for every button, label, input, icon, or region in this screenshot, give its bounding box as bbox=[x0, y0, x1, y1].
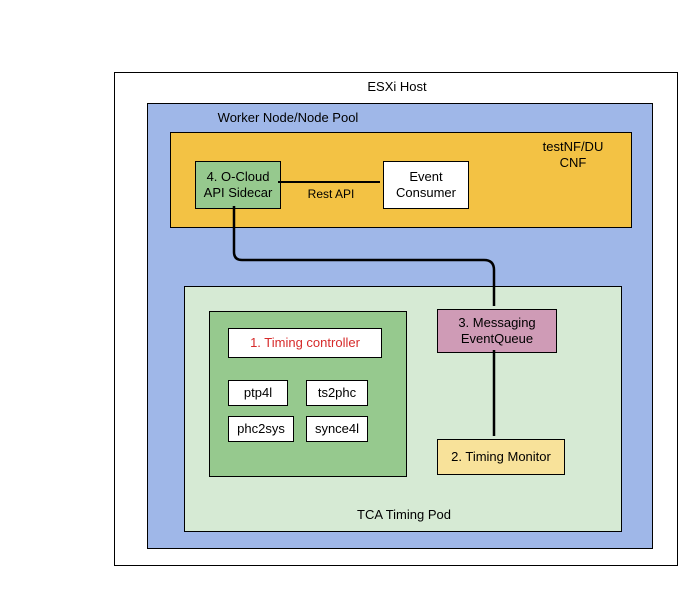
ts2phc-box: ts2phc bbox=[306, 380, 368, 406]
ptp4l-box: ptp4l bbox=[228, 380, 288, 406]
ocloud-api-sidecar: 4. O-Cloud API Sidecar bbox=[195, 161, 281, 209]
timing-controller-group: 1. Timing controller ptp4l ts2phc phc2sy… bbox=[209, 311, 407, 477]
worker-node-title: Worker Node/Node Pool bbox=[148, 110, 428, 126]
esxi-host-container: ESXi Host Worker Node/Node Pool testNF/D… bbox=[114, 72, 678, 566]
synce4l-box: synce4l bbox=[306, 416, 368, 442]
tca-timing-pod-title: TCA Timing Pod bbox=[185, 507, 623, 523]
timing-controller: 1. Timing controller bbox=[228, 328, 382, 358]
esxi-host-title: ESXi Host bbox=[115, 79, 679, 95]
phc2sys-box: phc2sys bbox=[228, 416, 294, 442]
rest-api-label: Rest API bbox=[291, 187, 371, 201]
event-consumer: Event Consumer bbox=[383, 161, 469, 209]
cnf-title: testNF/DU CNF bbox=[521, 139, 625, 170]
worker-node-container: Worker Node/Node Pool testNF/DU CNF 4. O… bbox=[147, 103, 653, 549]
cnf-container: testNF/DU CNF 4. O-Cloud API Sidecar Eve… bbox=[170, 132, 632, 228]
timing-monitor: 2. Timing Monitor bbox=[437, 439, 565, 475]
tca-timing-pod: TCA Timing Pod 1. Timing controller ptp4… bbox=[184, 286, 622, 532]
messaging-eventqueue: 3. Messaging EventQueue bbox=[437, 309, 557, 353]
